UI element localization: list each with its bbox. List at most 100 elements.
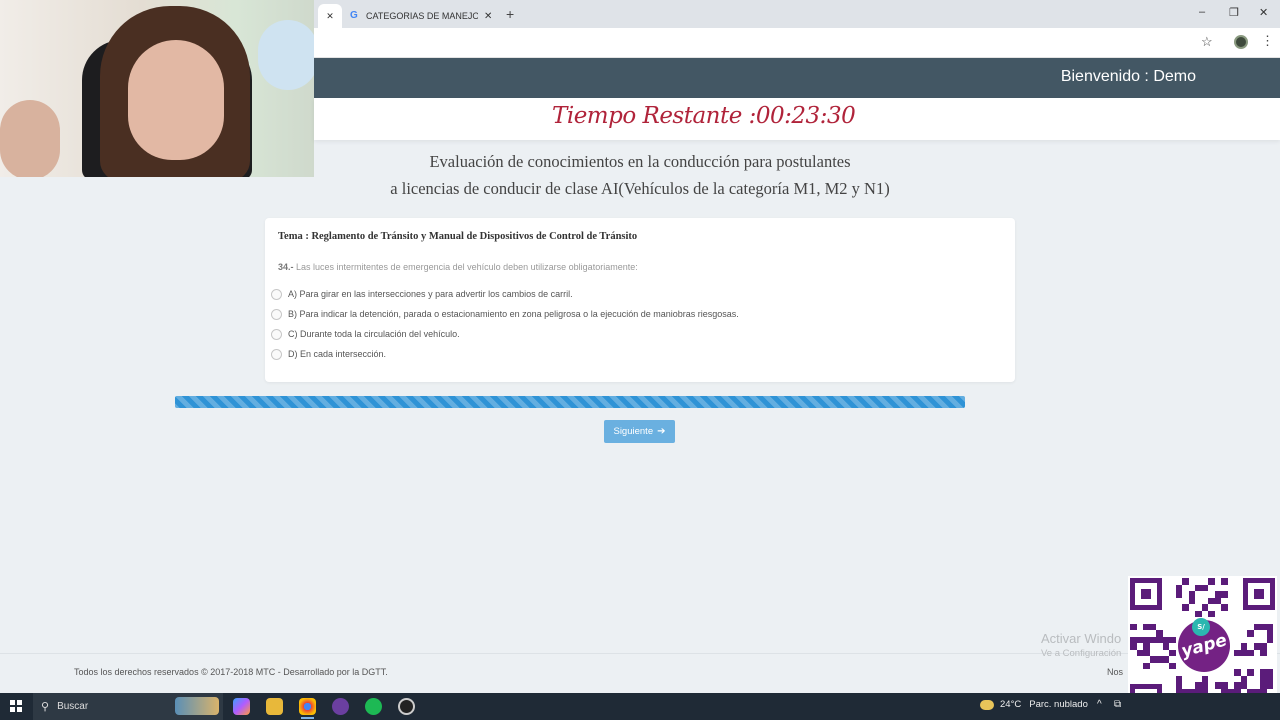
qr-module	[1156, 630, 1163, 637]
radio-button[interactable]	[271, 348, 282, 360]
yape-badge: S/	[1192, 618, 1210, 636]
webcam-overlay	[0, 0, 314, 177]
qr-module	[1221, 682, 1228, 689]
qr-module	[1260, 669, 1267, 676]
qr-module	[1130, 643, 1137, 650]
option-label: B) Para indicar la detención, parada o e…	[288, 309, 739, 319]
answer-option-c[interactable]: C) Durante toda la circulación del vehíc…	[271, 327, 460, 341]
arrow-right-icon: ➔	[657, 426, 666, 437]
weather-temp: 24°C	[1000, 699, 1022, 710]
progress-bar	[175, 396, 965, 408]
person-face	[128, 40, 224, 160]
qr-module	[1195, 682, 1202, 689]
tray-icon[interactable]: ⧉	[1114, 699, 1121, 710]
qr-module	[1214, 682, 1221, 689]
search-icon: ⚲	[41, 701, 50, 713]
welcome-text: Bienvenido : Demo	[1060, 68, 1196, 85]
qr-module	[1260, 643, 1267, 650]
spotify-app-icon[interactable]	[365, 698, 382, 715]
new-tab-button[interactable]: +	[506, 6, 514, 22]
windows-activation-subtitle: Ve a Configuración	[1041, 648, 1122, 659]
footer-link[interactable]: Nos	[1107, 667, 1123, 677]
question-number: 34.-	[278, 262, 294, 272]
answer-option-a[interactable]: A) Para girar en las intersecciones y pa…	[271, 287, 573, 301]
qr-module	[1149, 636, 1156, 643]
question-card: Tema : Reglamento de Tránsito y Manual d…	[265, 218, 1015, 382]
qr-module	[1260, 675, 1267, 682]
answer-option-d[interactable]: D) En cada intersección.	[271, 347, 386, 361]
option-label: D) En cada intersección.	[288, 349, 387, 359]
footer-copyright: Todos los derechos reservados © 2017-201…	[74, 667, 388, 677]
google-icon: G	[350, 10, 358, 21]
chrome-app-icon[interactable]	[299, 698, 316, 719]
qr-module	[1162, 656, 1169, 663]
timer-bar: Tiempo Restante :00:23:30	[314, 98, 1280, 140]
file-explorer-icon[interactable]	[266, 698, 283, 715]
close-window-button[interactable]: ✕	[1259, 6, 1268, 19]
tab-close-icon[interactable]: ✕	[326, 11, 334, 22]
tab-title: CATEGORIAS DE MANEJO - Buscar	[366, 11, 478, 21]
qr-module	[1266, 669, 1273, 676]
qr-module	[1234, 669, 1241, 676]
qr-module	[1260, 649, 1267, 656]
taskbar-weather[interactable]: 24°C Parc. nublado	[980, 699, 1088, 710]
qr-module	[1162, 643, 1169, 650]
qr-module	[1240, 649, 1247, 656]
qr-module	[1266, 636, 1273, 643]
obs-app-icon[interactable]	[398, 698, 415, 715]
question-text: 34.- Las luces intermitentes de emergenc…	[278, 262, 638, 272]
exam-title-line2: a licencias de conducir de clase AI(Vehí…	[390, 179, 890, 198]
radio-button[interactable]	[271, 288, 282, 300]
qr-module	[1266, 623, 1273, 630]
qr-finder	[1243, 578, 1275, 610]
taskbar-search[interactable]: ⚲ Buscar	[33, 693, 223, 720]
copilot-app-icon[interactable]	[233, 698, 250, 715]
qr-module	[1143, 636, 1150, 643]
next-button[interactable]: Siguiente ➔	[604, 420, 675, 443]
qr-module	[1143, 662, 1150, 669]
qr-module	[1201, 682, 1208, 689]
restore-button[interactable]: ❐	[1229, 6, 1239, 19]
qr-module	[1175, 675, 1182, 682]
show-hidden-icons-chevron-icon[interactable]: ^	[1097, 699, 1102, 710]
minimize-button[interactable]: –	[1199, 6, 1205, 18]
qr-module	[1175, 682, 1182, 689]
qr-module	[1162, 636, 1169, 643]
qr-module	[1240, 675, 1247, 682]
qr-module	[1260, 682, 1267, 689]
qr-module	[1208, 610, 1215, 617]
streaming-app-icon[interactable]	[332, 698, 349, 715]
exam-title-line1: Evaluación de conocimientos en la conduc…	[429, 152, 851, 171]
qr-module	[1188, 591, 1195, 598]
qr-module	[1266, 675, 1273, 682]
browser-tab-search[interactable]: G CATEGORIAS DE MANEJO - Buscar ✕	[344, 4, 500, 28]
qr-module	[1182, 604, 1189, 611]
answer-option-b[interactable]: B) Para indicar la detención, parada o e…	[271, 307, 739, 321]
search-highlight-image	[175, 697, 219, 715]
radio-button[interactable]	[271, 308, 282, 320]
question-topic: Tema : Reglamento de Tránsito y Manual d…	[278, 231, 638, 242]
qr-module	[1182, 578, 1189, 585]
browser-menu-icon[interactable]: ⋮	[1261, 33, 1274, 49]
qr-module	[1260, 623, 1267, 630]
radio-button[interactable]	[271, 328, 282, 340]
qr-module	[1208, 578, 1215, 585]
tab-close-icon[interactable]: ✕	[484, 11, 492, 22]
qr-module	[1130, 623, 1137, 630]
question-body: Las luces intermitentes de emergencia de…	[293, 262, 638, 272]
bookmark-star-icon[interactable]: ☆	[1201, 34, 1213, 50]
qr-module	[1136, 649, 1143, 656]
qr-module	[1247, 669, 1254, 676]
qr-module	[1234, 682, 1241, 689]
browser-tab-active[interactable]: ✕	[318, 4, 342, 28]
qr-module	[1201, 584, 1208, 591]
qr-module	[1266, 630, 1273, 637]
option-label: C) Durante toda la circulación del vehíc…	[288, 329, 460, 339]
qr-module	[1136, 636, 1143, 643]
qr-module	[1149, 623, 1156, 630]
profile-avatar-icon[interactable]	[1234, 35, 1248, 49]
qr-module	[1149, 656, 1156, 663]
qr-module	[1214, 591, 1221, 598]
qr-module	[1143, 623, 1150, 630]
windows-start-icon[interactable]	[10, 700, 22, 712]
